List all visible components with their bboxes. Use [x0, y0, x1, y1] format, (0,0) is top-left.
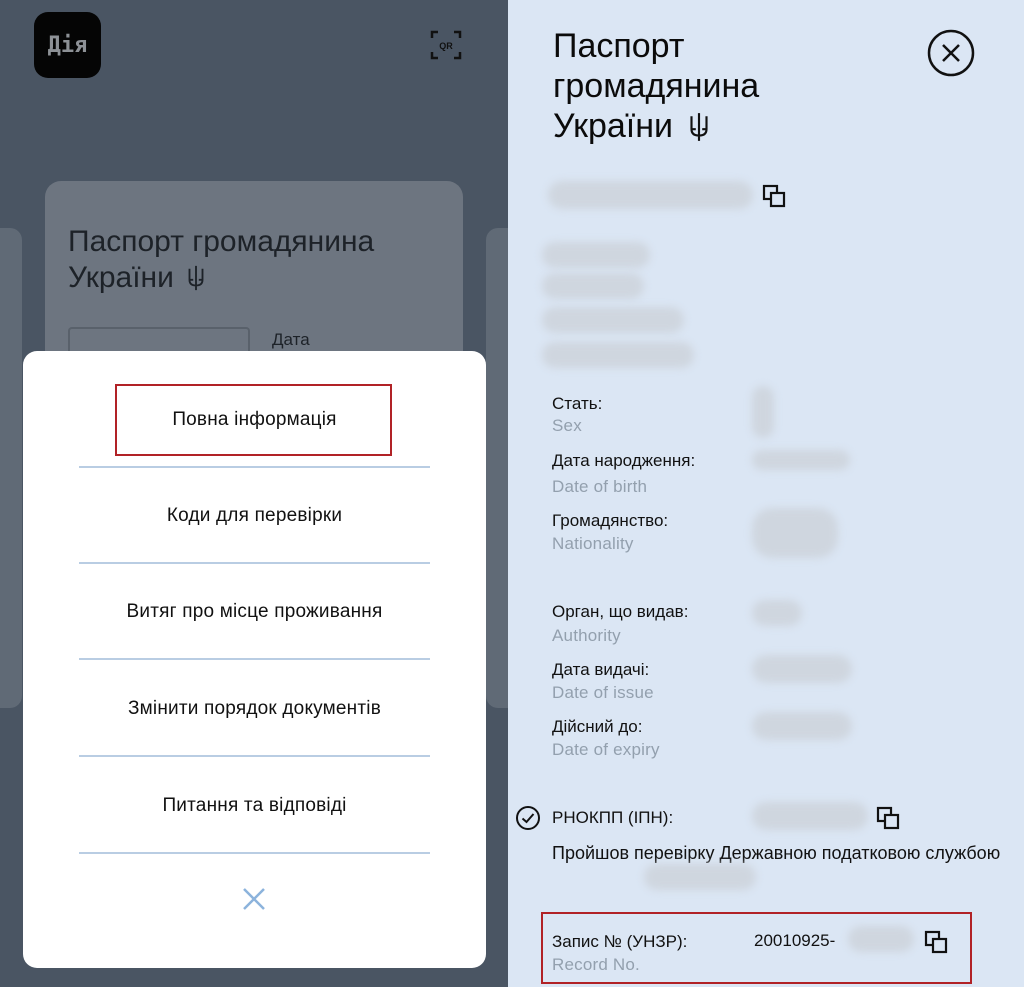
- record-value: 20010925-: [754, 931, 836, 950]
- menu-divider: [79, 852, 430, 854]
- authority-sub: Authority: [552, 626, 621, 645]
- surname-redacted: [542, 242, 650, 268]
- birthdate-sub: Date of birth: [552, 477, 648, 496]
- copy-icon[interactable]: [924, 930, 948, 954]
- expiry-date-sub: Date of expiry: [552, 740, 660, 759]
- trident-icon: [690, 113, 709, 141]
- menu-item-label: Коди для перевірки: [166, 505, 343, 526]
- tax-id-value-redacted: [752, 802, 868, 830]
- panel-title: Паспорт громадянина України: [553, 27, 760, 145]
- record-value-redacted: [848, 926, 914, 952]
- highlight-frame: [115, 384, 392, 456]
- trident-icon: [188, 265, 204, 291]
- authority-label: Орган, що видав:: [552, 602, 689, 621]
- menu-item-residence-extract[interactable]: Витяг про місце проживання: [23, 564, 486, 660]
- next-card[interactable]: [486, 228, 508, 708]
- passport-detail-panel: Паспорт громадянина України Стать: Sex Д…: [508, 0, 1024, 987]
- sex-value-redacted: [752, 386, 774, 438]
- issue-date-sub: Date of issue: [552, 683, 654, 702]
- app-logo[interactable]: Дія: [34, 12, 101, 78]
- birthdate-label: Дата народження:: [552, 451, 696, 470]
- qr-label: QR: [439, 41, 453, 51]
- copy-icon[interactable]: [876, 806, 900, 830]
- sex-sub: Sex: [552, 416, 582, 435]
- given-name-redacted: [542, 273, 644, 299]
- menu-divider: [79, 755, 430, 757]
- menu-item-label: Змінити порядок документів: [127, 698, 381, 719]
- nationality-sub: Nationality: [552, 534, 634, 553]
- menu-item-reorder-documents[interactable]: Змінити порядок документів: [23, 661, 486, 757]
- authority-value-redacted: [752, 600, 802, 626]
- copy-icon[interactable]: [762, 184, 786, 208]
- record-label: Запис № (УНЗР):: [552, 932, 688, 951]
- card-title: Паспорт громадянина України: [68, 225, 375, 294]
- patronymic-redacted: [542, 307, 684, 333]
- qr-icon[interactable]: QR: [430, 30, 462, 60]
- menu-item-faq[interactable]: Питання та відповіді: [23, 758, 486, 854]
- expiry-date-label: Дійсний до:: [552, 717, 643, 736]
- issue-date-label: Дата видачі:: [552, 660, 650, 679]
- home-screen: Дія QR Паспорт громадянина України Дата …: [0, 0, 508, 987]
- tax-note-redacted: [644, 864, 756, 890]
- nationality-label: Громадянство:: [552, 511, 669, 530]
- close-icon[interactable]: [239, 884, 269, 914]
- options-menu: Повна інформація Коди для перевірки Витя…: [23, 351, 486, 968]
- menu-item-verification-codes[interactable]: Коди для перевірки: [23, 468, 486, 564]
- nationality-value-redacted: [752, 508, 838, 558]
- tax-id-label: РНОКПП (ІПН):: [552, 808, 674, 827]
- menu-item-label: Витяг про місце проживання: [126, 601, 383, 622]
- birthdate-value-redacted: [752, 450, 850, 470]
- check-circle-icon: [516, 806, 540, 830]
- expiry-date-value-redacted: [752, 712, 852, 740]
- menu-item-label: Питання та відповіді: [162, 795, 347, 816]
- issue-date-value-redacted: [752, 655, 852, 683]
- prev-card[interactable]: [0, 228, 22, 708]
- record-sub: Record No.: [552, 955, 640, 974]
- tax-verified-note: Пройшов перевірку Державною податковою с…: [552, 843, 1001, 863]
- sex-label: Стать:: [552, 394, 603, 413]
- close-icon[interactable]: [926, 28, 976, 78]
- menu-divider: [79, 658, 430, 660]
- passport-number-redacted: [548, 181, 753, 209]
- latin-name-redacted: [542, 342, 694, 368]
- card-date-label: Дата: [272, 330, 310, 349]
